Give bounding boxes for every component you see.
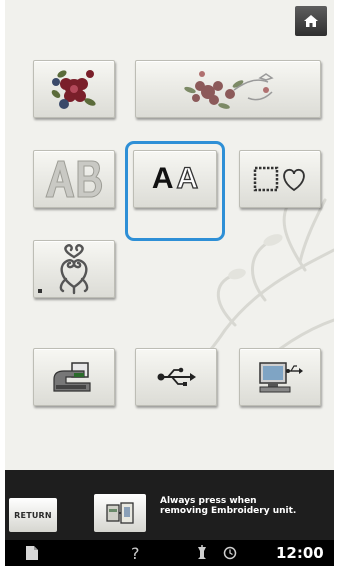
- bird-floral-pattern-button[interactable]: [135, 60, 321, 118]
- notice-line-2: removing Embroidery unit.: [160, 506, 297, 516]
- bird-flowers-icon: [184, 71, 274, 109]
- document-button[interactable]: [25, 540, 39, 566]
- remove-embroidery-unit-button[interactable]: [94, 494, 146, 532]
- selected-outline: [125, 141, 225, 241]
- home-button[interactable]: [295, 6, 327, 36]
- help-button[interactable]: ?: [131, 540, 140, 566]
- ornamental-letters-button[interactable]: [33, 150, 115, 208]
- flower-icon: [51, 70, 96, 109]
- machine-memory-icon: [53, 362, 91, 392]
- small-marker: [38, 289, 42, 293]
- return-button[interactable]: RETURN: [9, 498, 57, 532]
- usb-icon: [157, 367, 196, 386]
- clock-icon: [223, 546, 237, 560]
- home-icon: [304, 15, 318, 27]
- help-icon: ?: [131, 543, 140, 563]
- usb-media-button[interactable]: [135, 348, 217, 406]
- return-button-label: RETURN: [14, 510, 52, 520]
- unit-notice: Always press when removing Embroidery un…: [160, 496, 330, 516]
- thread-icon: [198, 545, 206, 559]
- frame-pattern-button[interactable]: [239, 150, 321, 208]
- timer-indicator: [223, 540, 237, 566]
- ornament-icon: [59, 244, 89, 295]
- clock-display: 12:00: [276, 544, 324, 562]
- status-bar: ? 12:00: [5, 540, 334, 566]
- machine-memory-button[interactable]: [33, 348, 115, 406]
- frame-heart-icon: [253, 166, 305, 192]
- embroidery-unit-icon: [106, 502, 134, 524]
- notice-line-1: Always press when: [160, 496, 257, 506]
- utility-pattern-button[interactable]: [33, 240, 115, 298]
- thread-indicator: [195, 540, 209, 566]
- computer-usb-icon: [259, 362, 303, 393]
- computer-link-button[interactable]: [239, 348, 321, 406]
- bottom-control-bar: RETURN Always press when removing Embroi…: [5, 470, 334, 540]
- embroidery-pattern-screen: A A RETURN Always press when removing Em…: [5, 0, 334, 566]
- document-icon: [26, 546, 38, 560]
- ornamental-ab-icon: [45, 160, 102, 198]
- floral-pattern-button[interactable]: [33, 60, 115, 118]
